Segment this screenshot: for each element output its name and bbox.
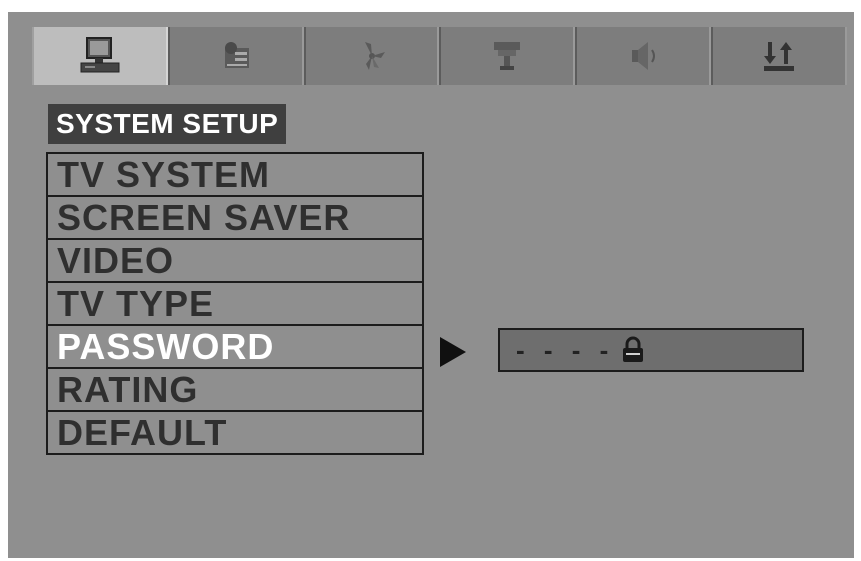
- dvd-setup-screen: SYSTEM SETUP TV SYSTEM SCREEN SAVER VIDE…: [8, 12, 854, 558]
- setup-menu: TV SYSTEM SCREEN SAVER VIDEO TV TYPE PAS…: [46, 152, 424, 455]
- menu-item-tv-type[interactable]: TV TYPE: [48, 283, 422, 326]
- menu-item-video[interactable]: VIDEO: [48, 240, 422, 283]
- menu-item-tv-system[interactable]: TV SYSTEM: [48, 154, 422, 197]
- speaker-stand-icon: [494, 42, 521, 70]
- tab-speaker-setup[interactable]: [439, 27, 576, 85]
- sort-arrows-icon: [764, 42, 795, 71]
- selection-arrow-icon: [440, 337, 466, 367]
- tab-audio-setup[interactable]: [575, 27, 712, 85]
- page-title: SYSTEM SETUP: [48, 104, 287, 144]
- audio-speaker-icon: [632, 42, 656, 70]
- menu-item-default[interactable]: DEFAULT: [48, 412, 422, 455]
- tab-video-setup[interactable]: [303, 27, 440, 85]
- setup-tab-bar: [32, 27, 847, 85]
- password-value: - - - -: [516, 334, 615, 365]
- menu-item-screen-saver[interactable]: SCREEN SAVER: [48, 197, 422, 240]
- monitor-icon: [80, 37, 120, 73]
- password-field[interactable]: - - - -: [498, 328, 804, 372]
- menu-item-rating[interactable]: RATING: [48, 369, 422, 412]
- tab-system-setup[interactable]: [32, 27, 168, 85]
- language-icon: [224, 42, 249, 68]
- fan-icon: [364, 42, 385, 70]
- menu-item-password[interactable]: PASSWORD: [48, 326, 422, 369]
- tab-preference-setup[interactable]: [711, 27, 847, 85]
- lock-icon: [623, 336, 644, 362]
- tab-language-setup[interactable]: [167, 27, 304, 85]
